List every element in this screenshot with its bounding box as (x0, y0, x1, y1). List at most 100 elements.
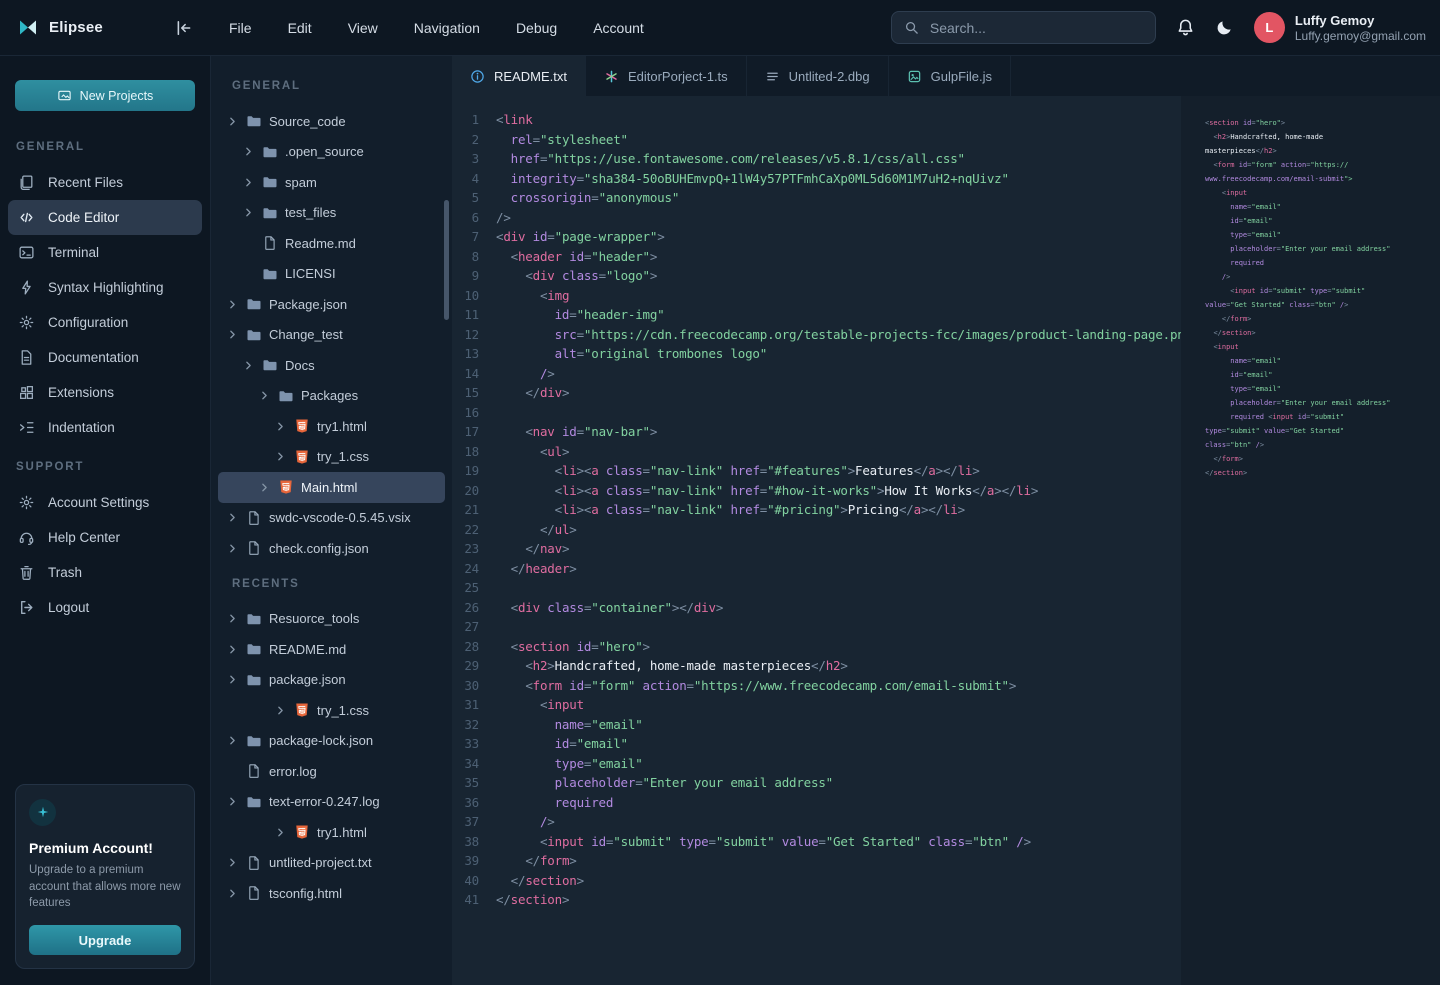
chevron-right-icon[interactable] (226, 298, 239, 311)
code-line[interactable]: 12 src="https://cdn.freecodecamp.org/tes… (452, 325, 1181, 345)
chevron-right-icon[interactable] (226, 734, 239, 747)
tree-item-docs[interactable]: Docs (218, 350, 445, 381)
menu-debug[interactable]: Debug (516, 20, 557, 36)
code-line[interactable]: 14 /> (452, 364, 1181, 384)
sidebar-item-documentation[interactable]: Documentation (8, 340, 202, 375)
code-line[interactable]: 35 placeholder="Enter your email address… (452, 773, 1181, 793)
upgrade-button[interactable]: Upgrade (29, 925, 181, 955)
chevron-right-icon[interactable] (226, 511, 239, 524)
menu-file[interactable]: File (229, 20, 252, 36)
code-line[interactable]: 21 <li><a class="nav-link" href="#pricin… (452, 500, 1181, 520)
sidebar-item-terminal[interactable]: Terminal (8, 235, 202, 270)
sidebar-item-code-editor[interactable]: Code Editor (8, 200, 202, 235)
code-line[interactable]: 4 integrity="sha384-50oBUHEmvpQ+1lW4y57P… (452, 169, 1181, 189)
code-line[interactable]: 20 <li><a class="nav-link" href="#how-it… (452, 481, 1181, 501)
search-input[interactable] (928, 19, 1143, 37)
code-line[interactable]: 13 alt="original trombones logo" (452, 344, 1181, 364)
code-line[interactable]: 6/> (452, 208, 1181, 228)
chevron-right-icon[interactable] (274, 420, 287, 433)
code-line[interactable]: 16 (452, 403, 1181, 423)
code-line[interactable]: 19 <li><a class="nav-link" href="#featur… (452, 461, 1181, 481)
code-line[interactable]: 33 id="email" (452, 734, 1181, 754)
code-line[interactable]: 24 </header> (452, 559, 1181, 579)
dark-mode-moon-icon[interactable] (1215, 18, 1234, 37)
code-line[interactable]: 29 <h2>Handcrafted, home-made masterpiec… (452, 656, 1181, 676)
user-account[interactable]: L Luffy Gemoy Luffy.gemoy@gmail.com (1254, 12, 1426, 43)
menu-edit[interactable]: Edit (288, 20, 312, 36)
sidebar-item-recent-files[interactable]: Recent Files (8, 165, 202, 200)
tree-item-try-1-css[interactable]: try_1.css (218, 695, 445, 726)
tree-item-packages[interactable]: Packages (218, 381, 445, 412)
code-line[interactable]: 18 <ul> (452, 442, 1181, 462)
search-box[interactable] (891, 11, 1156, 44)
chevron-right-icon[interactable] (242, 359, 255, 372)
tree-item-try-1-css[interactable]: try_1.css (218, 442, 445, 473)
code-line[interactable]: 10 <img (452, 286, 1181, 306)
code-line[interactable]: 40 </section> (452, 871, 1181, 891)
code-line[interactable]: 32 name="email" (452, 715, 1181, 735)
tree-item-tsconfig-html[interactable]: tsconfig.html (218, 878, 445, 909)
tree-item-package-json[interactable]: Package.json (218, 289, 445, 320)
sidebar-item-syntax-highlighting[interactable]: Syntax Highlighting (8, 270, 202, 305)
avatar[interactable]: L (1254, 12, 1285, 43)
code-line[interactable]: 5 crossorigin="anonymous" (452, 188, 1181, 208)
sidebar-item-logout[interactable]: Logout (8, 590, 202, 625)
chevron-right-icon[interactable] (226, 795, 239, 808)
code-line[interactable]: 11 id="header-img" (452, 305, 1181, 325)
chevron-right-icon[interactable] (226, 673, 239, 686)
tree-item-source-code[interactable]: Source_code (218, 106, 445, 137)
menu-view[interactable]: View (348, 20, 378, 36)
code-line[interactable]: 9 <div class="logo"> (452, 266, 1181, 286)
tree-item-text-error-0-247-log[interactable]: text-error-0.247.log (218, 787, 445, 818)
chevron-right-icon[interactable] (274, 450, 287, 463)
minimap[interactable]: <section id="hero"> <h2>Handcrafted, hom… (1181, 96, 1440, 985)
code-line[interactable]: 39 </form> (452, 851, 1181, 871)
chevron-right-icon[interactable] (258, 481, 271, 494)
code-line[interactable]: 17 <nav id="nav-bar"> (452, 422, 1181, 442)
tree-item-resuorce-tools[interactable]: Resuorce_tools (218, 604, 445, 635)
sidebar-item-extensions[interactable]: Extensions (8, 375, 202, 410)
sidebar-item-account-settings[interactable]: Account Settings (8, 485, 202, 520)
tree-item-swdc-vscode-0-5-45-vsix[interactable]: swdc-vscode-0.5.45.vsix (218, 503, 445, 534)
tab-gulpfile-js[interactable]: GulpFile.js (889, 56, 1011, 96)
collapse-sidebar-icon[interactable] (175, 19, 193, 37)
code-line[interactable]: 2 rel="stylesheet" (452, 130, 1181, 150)
code-line[interactable]: 34 type="email" (452, 754, 1181, 774)
code-line[interactable]: 22 </ul> (452, 520, 1181, 540)
tree-item-package-json[interactable]: package.json (218, 665, 445, 696)
chevron-right-icon[interactable] (226, 328, 239, 341)
new-projects-button[interactable]: New Projects (15, 80, 195, 111)
tree-item-spam[interactable]: spam (218, 167, 445, 198)
chevron-right-icon[interactable] (226, 887, 239, 900)
chevron-right-icon[interactable] (226, 612, 239, 625)
code-line[interactable]: 23 </nav> (452, 539, 1181, 559)
code-line[interactable]: 30 <form id="form" action="https://www.f… (452, 676, 1181, 696)
code-line[interactable]: 26 <div class="container"></div> (452, 598, 1181, 618)
tree-item-open-source[interactable]: .open_source (218, 137, 445, 168)
chevron-right-icon[interactable] (226, 643, 239, 656)
chevron-right-icon[interactable] (258, 389, 271, 402)
tree-item-try1-html[interactable]: try1.html (218, 817, 445, 848)
tab-editorporject-1-ts[interactable]: EditorPorject-1.ts (586, 56, 747, 96)
tab-readme-txt[interactable]: README.txt (452, 56, 586, 96)
tree-item-error-log[interactable]: error.log (218, 756, 445, 787)
tree-item-main-html[interactable]: Main.html (218, 472, 445, 503)
code-editor[interactable]: 1<link2 rel="stylesheet"3 href="https://… (452, 96, 1181, 985)
code-line[interactable]: 37 /> (452, 812, 1181, 832)
tree-item-try1-html[interactable]: try1.html (218, 411, 445, 442)
chevron-right-icon[interactable] (242, 206, 255, 219)
code-line[interactable]: 41</section> (452, 890, 1181, 910)
code-line[interactable]: 28 <section id="hero"> (452, 637, 1181, 657)
code-line[interactable]: 15 </div> (452, 383, 1181, 403)
code-line[interactable]: 25 (452, 578, 1181, 598)
explorer-scrollbar[interactable] (444, 200, 449, 320)
chevron-right-icon[interactable] (274, 826, 287, 839)
tree-item-licensi[interactable]: LICENSI (218, 259, 445, 290)
code-line[interactable]: 31 <input (452, 695, 1181, 715)
tree-item-test-files[interactable]: test_files (218, 198, 445, 229)
chevron-right-icon[interactable] (242, 176, 255, 189)
tree-item-readme-md[interactable]: README.md (218, 634, 445, 665)
tree-item-readme-md[interactable]: Readme.md (218, 228, 445, 259)
tree-item-change-test[interactable]: Change_test (218, 320, 445, 351)
sidebar-item-configuration[interactable]: Configuration (8, 305, 202, 340)
